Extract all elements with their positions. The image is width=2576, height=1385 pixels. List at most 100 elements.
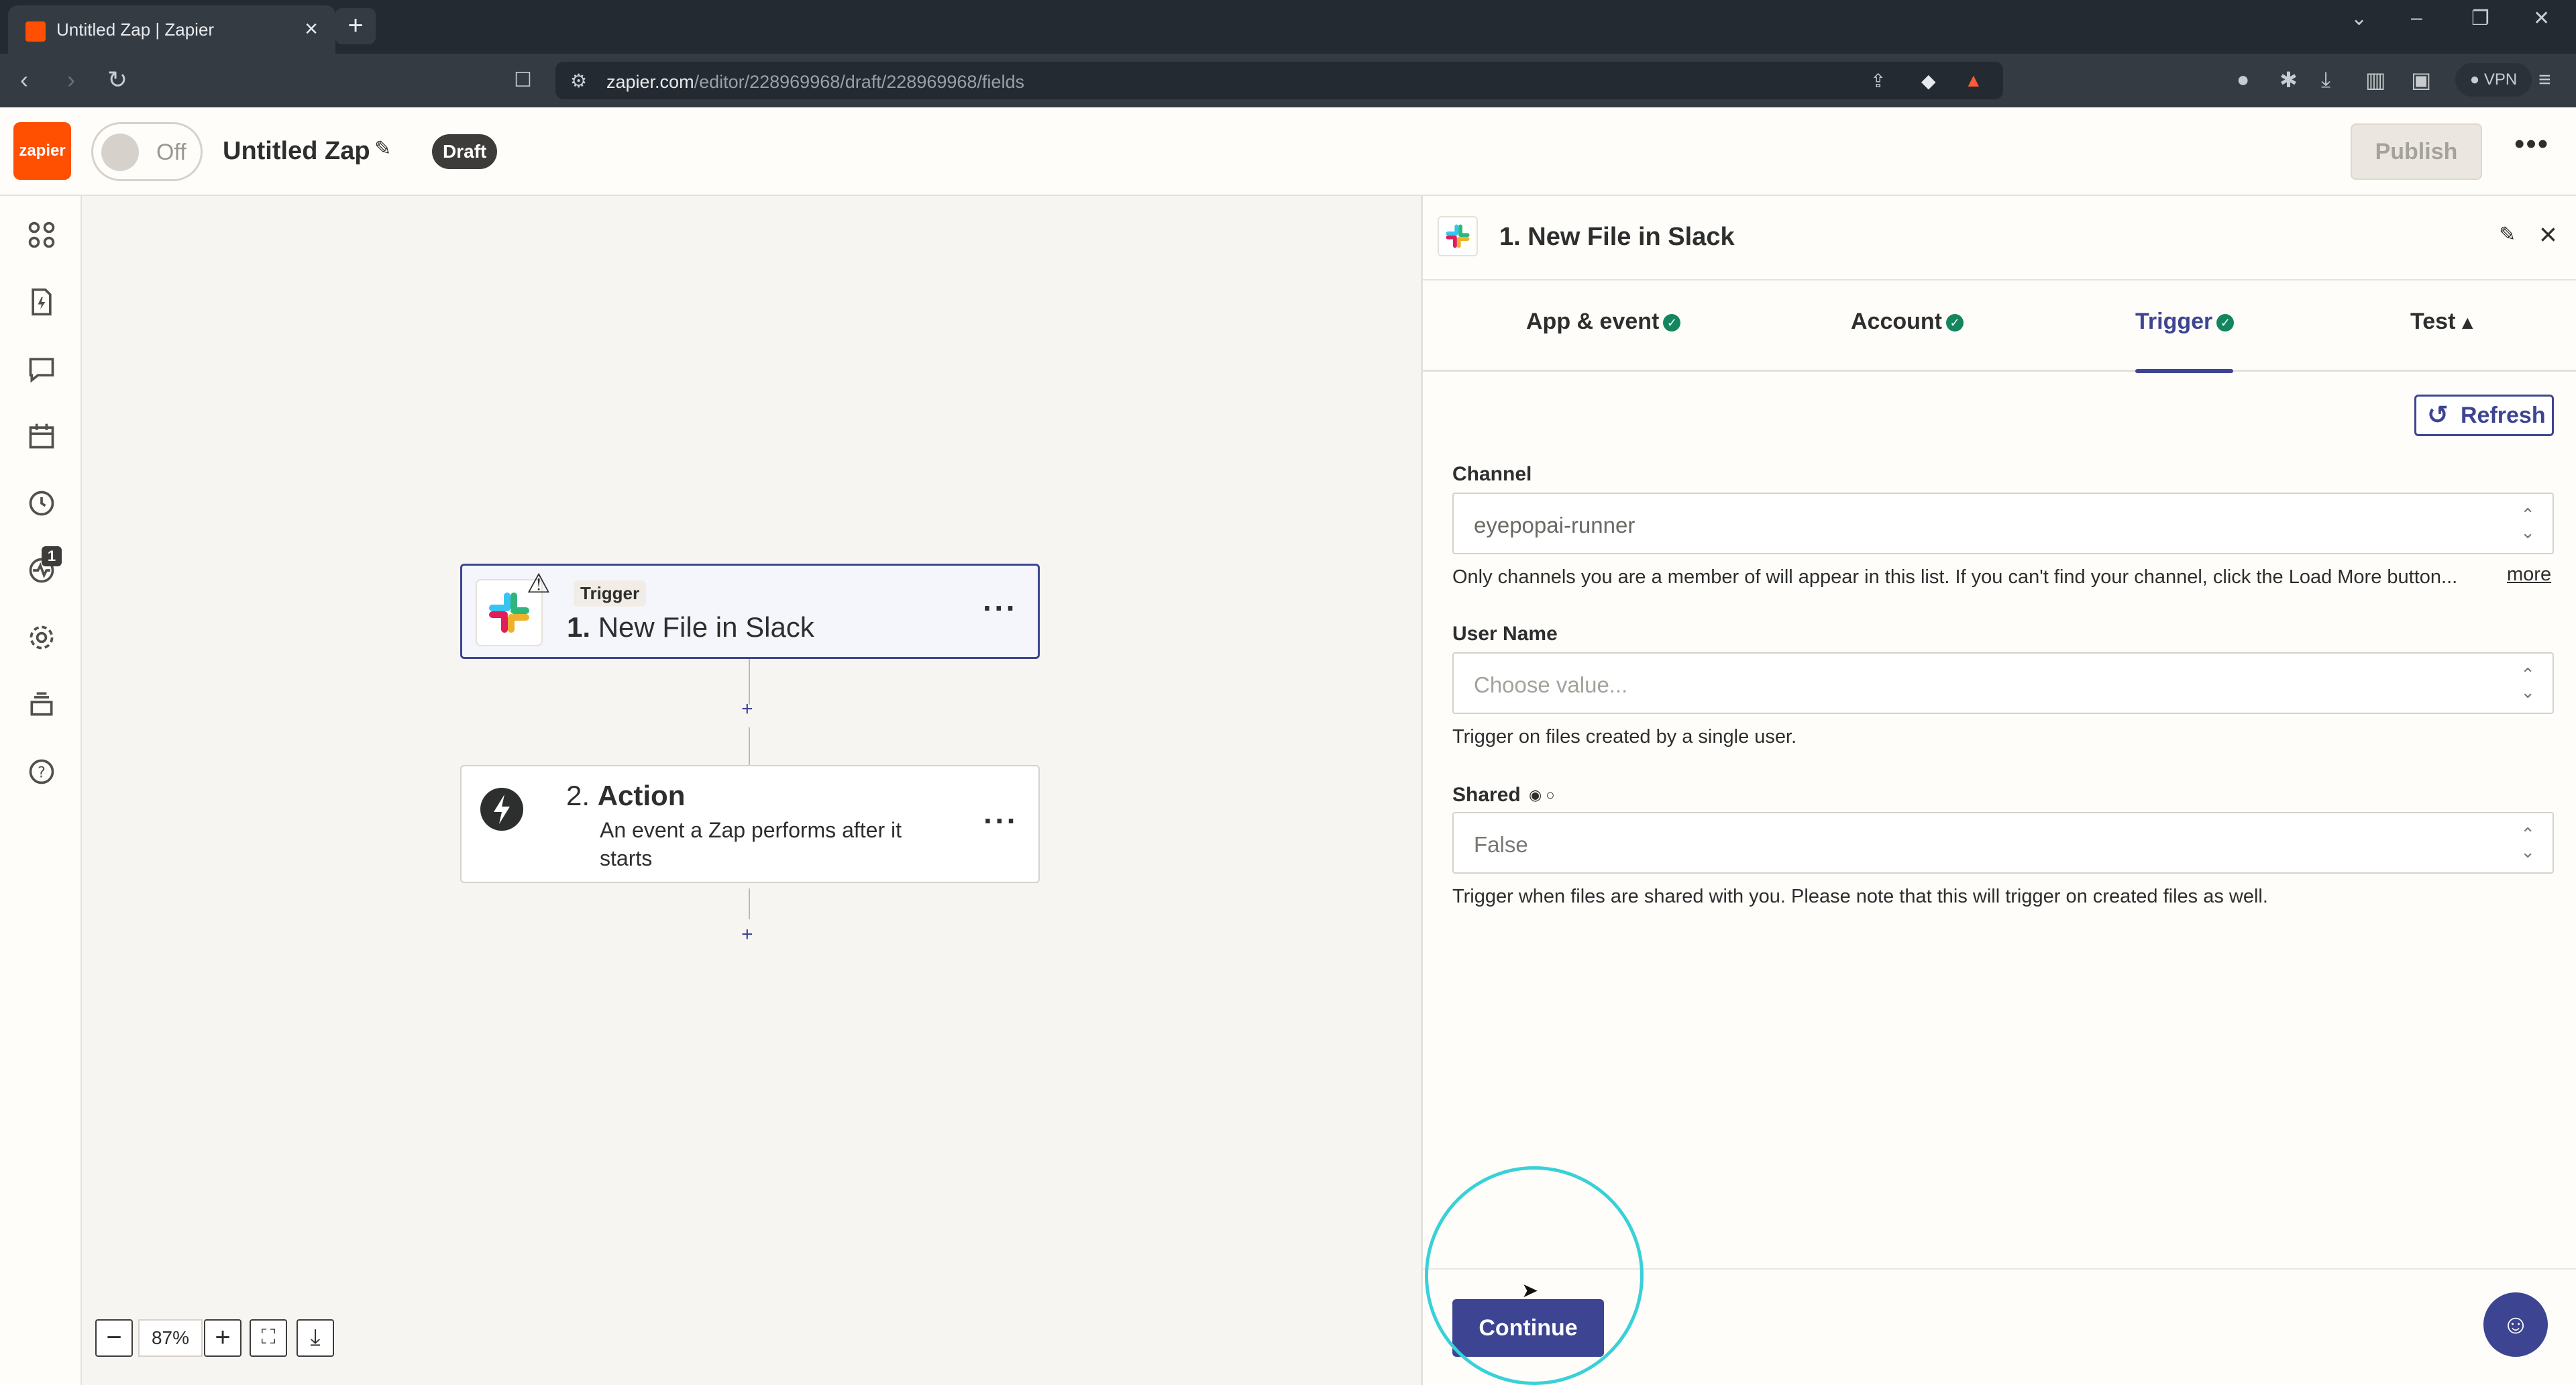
shared-help-text: Trigger when files are shared with you. … xyxy=(1452,886,2268,907)
download-icon[interactable]: ⤓ xyxy=(297,1319,334,1357)
add-step-button[interactable]: + xyxy=(741,923,753,946)
new-tab-button[interactable]: + xyxy=(335,8,376,44)
apps-icon[interactable] xyxy=(27,220,56,250)
user-name-select[interactable]: Choose value... ⌃ ⌄ xyxy=(1452,652,2554,714)
downloads-icon[interactable]: ⤓ xyxy=(2321,67,2330,93)
user-name-help-text: Trigger on files created by a single use… xyxy=(1452,726,1797,748)
left-sidebar: 1 ? xyxy=(0,196,82,1385)
sidebar-icon[interactable]: ▥ xyxy=(2365,67,2385,93)
site-settings-icon[interactable]: ⚙ xyxy=(570,70,587,92)
zoom-in-button[interactable]: + xyxy=(204,1319,241,1357)
notification-badge: 1 xyxy=(42,546,62,566)
history-icon[interactable] xyxy=(27,489,56,518)
browser-tab[interactable]: Untitled Zap | Zapier × xyxy=(8,5,335,54)
extension-cookie-icon[interactable]: ● xyxy=(2237,67,2249,92)
slack-app-icon xyxy=(1438,216,1478,256)
select-arrows-icon: ⌃ ⌄ xyxy=(2520,664,2535,702)
select-arrows-icon: ⌃ ⌄ xyxy=(2520,824,2535,862)
calendar-icon[interactable] xyxy=(27,421,56,451)
extensions-puzzle-icon[interactable]: ✱ xyxy=(2279,67,2298,93)
zapier-favicon-icon xyxy=(25,21,46,42)
tab-app-and-event[interactable]: App & event ✓ xyxy=(1526,309,1681,335)
vpn-button[interactable]: ● VPN xyxy=(2455,63,2532,97)
minimize-icon[interactable]: – xyxy=(2411,7,2422,30)
editor-header: zapier Off Untitled Zap ✎ Draft Publish … xyxy=(0,107,2576,196)
wallet-icon[interactable]: ▣ xyxy=(2411,67,2431,93)
zoom-out-button[interactable]: − xyxy=(95,1319,133,1357)
select-arrows-icon: ⌃ ⌄ xyxy=(2520,505,2535,542)
trigger-tag: Trigger xyxy=(574,580,647,607)
mouse-cursor-icon: ➤ xyxy=(1521,1280,1539,1302)
more-link[interactable]: more xyxy=(2507,564,2551,586)
trigger-step-card[interactable]: ⚠ Trigger 1. New File in Slack ··· xyxy=(460,564,1040,659)
tab-test[interactable]: Test ▲ xyxy=(2410,309,2477,335)
help-chat-button[interactable]: ☺ xyxy=(2483,1292,2548,1357)
refresh-button[interactable]: ↺ Refresh xyxy=(2414,395,2554,436)
action-card-subtitle: An event a Zap performs after it starts xyxy=(600,818,902,870)
tab-search-chevron-icon[interactable]: ⌄ xyxy=(2351,7,2367,30)
browser-tab-title: Untitled Zap | Zapier xyxy=(56,19,215,40)
connector-line xyxy=(749,727,750,765)
back-icon[interactable]: ‹ xyxy=(20,66,28,94)
channel-select[interactable]: eyepopai-runner ⌃ ⌄ xyxy=(1452,493,2554,554)
active-tab-indicator xyxy=(2135,369,2233,373)
toggle-label: Off xyxy=(156,140,186,165)
trigger-card-menu-icon[interactable]: ··· xyxy=(983,590,1018,626)
fit-to-view-icon[interactable]: ⛶ xyxy=(250,1319,287,1357)
settings-gear-icon[interactable] xyxy=(27,623,56,652)
zoom-level: 87% xyxy=(138,1319,203,1357)
address-bar[interactable]: ⚙ zapier.com/editor/228969968/draft/2289… xyxy=(555,62,2003,99)
refresh-icon: ↺ xyxy=(2427,401,2449,429)
warning-icon: ▲ xyxy=(2458,312,2477,333)
channel-value: eyepopai-runner xyxy=(1474,513,1635,537)
share-icon[interactable]: ⇪ xyxy=(1870,70,1886,92)
channel-label: Channel xyxy=(1452,463,1532,485)
restore-icon[interactable]: ❐ xyxy=(2471,7,2489,30)
channel-help-text: Only channels you are a member of will a… xyxy=(1452,566,2458,588)
trigger-card-title: 1. New File in Slack xyxy=(567,611,814,643)
action-step-card[interactable]: 2. Action An event a Zap performs after … xyxy=(460,765,1040,883)
help-icon[interactable]: ? xyxy=(27,757,56,786)
tab-trigger[interactable]: Trigger ✓ xyxy=(2135,309,2235,335)
browser-tab-bar: Untitled Zap | Zapier × + ⌄ – ❐ ✕ xyxy=(0,0,2576,54)
connector-line xyxy=(749,888,750,919)
toggle-knob xyxy=(101,134,139,171)
svg-text:?: ? xyxy=(38,764,46,781)
tab-account[interactable]: Account ✓ xyxy=(1851,309,1964,335)
more-options-icon[interactable]: ••• xyxy=(2514,127,2549,161)
layers-icon[interactable] xyxy=(27,690,56,719)
status-badge: Draft xyxy=(432,134,498,169)
close-panel-icon[interactable]: × xyxy=(2539,216,2557,252)
rename-step-pencil-icon[interactable]: ✎ xyxy=(2499,223,2516,246)
url-text: zapier.com/editor/228969968/draft/228969… xyxy=(606,72,1024,92)
field-type-toggle-icon[interactable]: ◉ ○ xyxy=(1529,786,1555,804)
edit-title-pencil-icon[interactable]: ✎ xyxy=(374,137,391,160)
zapier-logo[interactable]: zapier xyxy=(13,122,71,180)
zap-on-off-toggle[interactable]: Off xyxy=(91,122,203,181)
zap-canvas[interactable]: ⚠ Trigger 1. New File in Slack ··· + 2. … xyxy=(82,196,1424,1385)
action-card-title: 2. Action xyxy=(566,780,686,811)
check-icon: ✓ xyxy=(1946,314,1964,331)
reload-icon[interactable]: ↻ xyxy=(107,66,127,94)
shared-value: False xyxy=(1474,832,1528,857)
brave-rewards-icon[interactable]: ▲ xyxy=(1964,70,1983,91)
forward-icon[interactable]: › xyxy=(67,66,75,94)
zap-title[interactable]: Untitled Zap xyxy=(223,137,370,166)
add-step-button[interactable]: + xyxy=(741,698,753,721)
bookmark-icon[interactable]: ☐ xyxy=(514,68,532,92)
brave-shields-icon[interactable]: ◆ xyxy=(1921,70,1936,92)
window-close-icon[interactable]: ✕ xyxy=(2533,7,2550,30)
check-icon: ✓ xyxy=(1663,314,1681,331)
click-highlight-ring xyxy=(1425,1166,1644,1385)
panel-tabs: App & event ✓ Account ✓ Trigger ✓ Test ▲ xyxy=(1423,280,2576,372)
tab-close-icon[interactable]: × xyxy=(305,16,318,42)
action-card-menu-icon[interactable]: ··· xyxy=(983,803,1018,839)
chat-icon[interactable] xyxy=(27,354,56,384)
publish-button[interactable]: Publish xyxy=(2351,123,2482,180)
panel-header: 1. New File in Slack ✎ × xyxy=(1423,196,2576,280)
zap-file-icon[interactable] xyxy=(27,287,56,317)
shared-label: Shared xyxy=(1452,784,1521,806)
warning-icon: ⚠ xyxy=(527,569,551,599)
browser-menu-icon[interactable]: ≡ xyxy=(2538,67,2551,92)
shared-select[interactable]: False ⌃ ⌄ xyxy=(1452,812,2554,874)
